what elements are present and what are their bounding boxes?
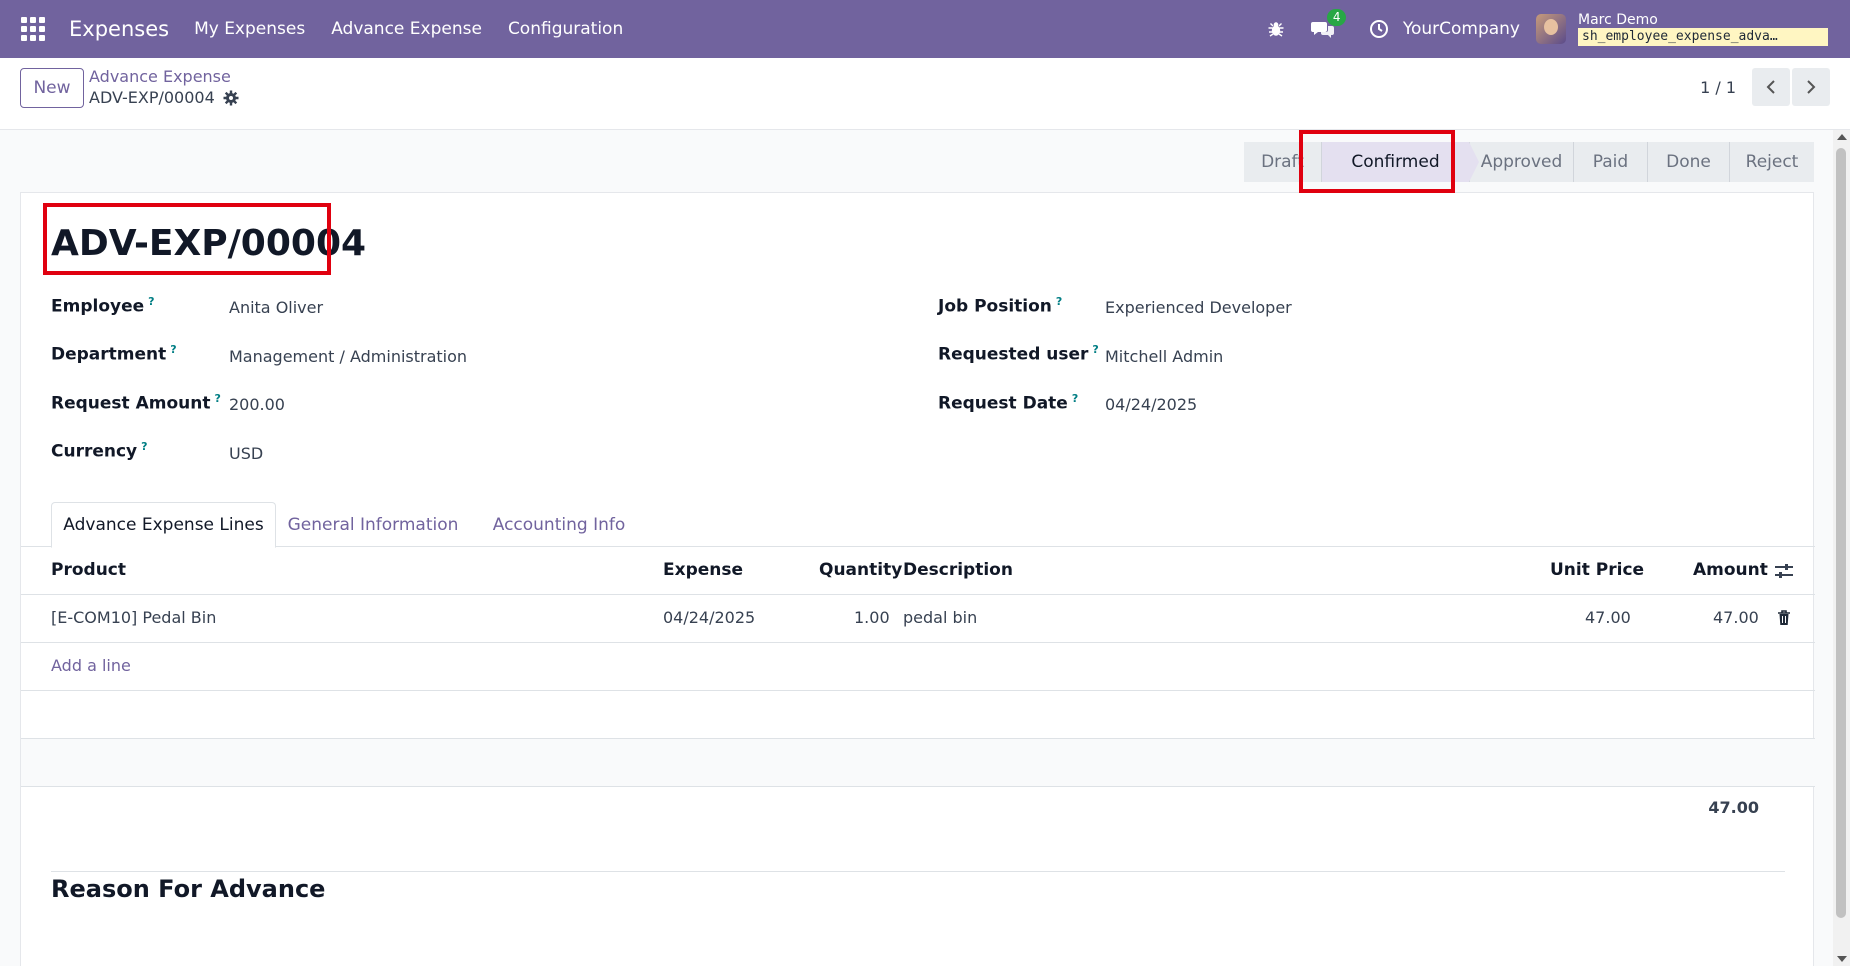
requested-user-label: Requested user? xyxy=(938,343,1099,365)
column-quantity[interactable]: Quantity xyxy=(819,560,902,580)
tab-advance-expense-lines[interactable]: Advance Expense Lines xyxy=(51,502,276,548)
cell-quantity[interactable]: 1.00 xyxy=(854,608,890,627)
column-amount[interactable]: Amount xyxy=(1693,560,1768,580)
employee-field[interactable]: Anita Oliver xyxy=(229,298,323,317)
navbar-systray: 4 YourCompany Marc Demo sh_employee_expe… xyxy=(1267,0,1850,58)
bug-icon[interactable] xyxy=(1267,20,1285,38)
currency-field[interactable]: USD xyxy=(229,444,263,463)
chat-icon[interactable]: 4 xyxy=(1310,9,1347,39)
empty-row xyxy=(21,739,1815,787)
divider xyxy=(51,871,1785,872)
pager-previous-button[interactable] xyxy=(1752,68,1790,106)
message-count-badge: 4 xyxy=(1326,9,1347,26)
department-field[interactable]: Management / Administration xyxy=(229,347,467,366)
pager-next-button[interactable] xyxy=(1792,68,1830,106)
menu-my-expenses[interactable]: My Expenses xyxy=(194,19,305,39)
user-name: Marc Demo xyxy=(1578,12,1658,28)
employee-label: Employee? xyxy=(51,295,155,317)
status-draft[interactable]: Draft xyxy=(1244,142,1321,182)
pager: 1 / 1 xyxy=(1700,68,1850,106)
status-done[interactable]: Done xyxy=(1647,142,1729,182)
record-title: ADV-EXP/00004 xyxy=(51,223,367,264)
add-line-row: Add a line xyxy=(21,643,1815,691)
chevron-left-icon xyxy=(1766,80,1775,94)
currency-label: Currency? xyxy=(51,440,148,462)
status-approved[interactable]: Approved xyxy=(1469,142,1573,182)
scroll-up-arrow-icon[interactable] xyxy=(1837,134,1847,140)
apps-menu-icon[interactable] xyxy=(21,17,45,41)
cell-expense[interactable]: 04/24/2025 xyxy=(663,608,755,627)
cell-amount[interactable]: 47.00 xyxy=(1713,608,1759,627)
chevron-right-icon xyxy=(1807,80,1816,94)
cell-description[interactable]: pedal bin xyxy=(903,608,977,627)
status-confirmed[interactable]: Confirmed xyxy=(1321,142,1479,182)
job-position-field[interactable]: Experienced Developer xyxy=(1105,298,1292,317)
user-avatar[interactable] xyxy=(1536,14,1566,44)
scroll-down-arrow-icon[interactable] xyxy=(1837,956,1847,962)
trash-icon[interactable] xyxy=(1777,610,1791,626)
job-position-label: Job Position? xyxy=(938,295,1063,317)
request-amount-field[interactable]: 200.00 xyxy=(229,395,285,414)
request-date-field[interactable]: 04/24/2025 xyxy=(1105,395,1197,414)
notebook-tabs: Advance Expense Lines General Informatio… xyxy=(21,498,1815,548)
breadcrumb-parent[interactable]: Advance Expense xyxy=(89,67,239,87)
activity-clock-icon[interactable] xyxy=(1369,19,1389,39)
column-product[interactable]: Product xyxy=(51,560,126,580)
request-amount-label: Request Amount? xyxy=(51,392,221,414)
optional-columns-icon[interactable] xyxy=(1774,562,1794,580)
empty-row xyxy=(21,691,1815,739)
lines-total: 47.00 xyxy=(1708,798,1759,817)
tab-general-information[interactable]: General Information xyxy=(283,502,463,548)
status-paid[interactable]: Paid xyxy=(1573,142,1647,182)
pager-value[interactable]: 1 / 1 xyxy=(1700,78,1736,97)
breadcrumb-current: ADV-EXP/00004 xyxy=(89,87,239,109)
table-row[interactable]: [E-COM10] Pedal Bin 04/24/2025 1.00 peda… xyxy=(21,595,1815,643)
control-panel: New Advance Expense ADV-EXP/00004 1 / 1 xyxy=(0,58,1850,130)
form-sheet: ADV-EXP/00004 Employee? Anita Oliver Dep… xyxy=(20,192,1815,966)
request-date-label: Request Date? xyxy=(938,392,1079,414)
menu-configuration[interactable]: Configuration xyxy=(508,19,623,39)
gear-icon[interactable] xyxy=(223,90,239,106)
database-name: sh_employee_expense_adva… xyxy=(1578,28,1828,46)
column-description[interactable]: Description xyxy=(903,560,1013,580)
column-unit-price[interactable]: Unit Price xyxy=(1550,560,1644,580)
user-menu[interactable]: Marc Demo sh_employee_expense_adva… xyxy=(1578,5,1828,53)
menu-advance-expense[interactable]: Advance Expense xyxy=(331,19,482,39)
top-navbar: Expenses My Expenses Advance Expense Con… xyxy=(0,0,1850,58)
lines-table-header: Product Expense Quantity Description Uni… xyxy=(21,547,1815,595)
scroll-thumb[interactable] xyxy=(1836,148,1846,918)
column-expense[interactable]: Expense xyxy=(663,560,743,580)
company-switcher[interactable]: YourCompany xyxy=(1403,19,1520,39)
tab-accounting-info[interactable]: Accounting Info xyxy=(479,502,639,548)
add-line-button[interactable]: Add a line xyxy=(51,656,131,675)
cell-product[interactable]: [E-COM10] Pedal Bin xyxy=(51,608,216,627)
status-confirmed-label: Confirmed xyxy=(1351,152,1440,172)
cell-unit-price[interactable]: 47.00 xyxy=(1585,608,1631,627)
status-arrow xyxy=(1469,142,1479,182)
breadcrumb: Advance Expense ADV-EXP/00004 xyxy=(89,67,239,109)
breadcrumb-current-label: ADV-EXP/00004 xyxy=(89,88,215,107)
status-reject[interactable]: Reject xyxy=(1729,142,1814,182)
app-name[interactable]: Expenses xyxy=(69,17,169,41)
requested-user-field[interactable]: Mitchell Admin xyxy=(1105,347,1223,366)
scrollbar[interactable] xyxy=(1833,130,1850,966)
reason-section-title: Reason For Advance xyxy=(51,875,326,903)
new-button[interactable]: New xyxy=(20,68,84,108)
status-bar: Draft Confirmed Approved Paid Done Rejec… xyxy=(1244,142,1814,182)
department-label: Department? xyxy=(51,343,177,365)
